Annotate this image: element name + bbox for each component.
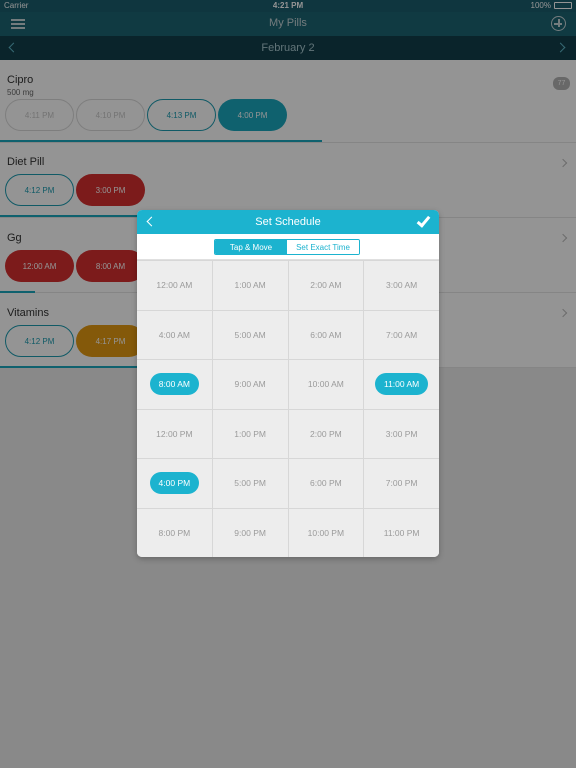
hour-cell[interactable]: 3:00 AM [364,261,439,310]
modal-title: Set Schedule [255,216,321,228]
set-schedule-modal: Set Schedule Tap & Move Set Exact Time 1… [137,210,439,557]
hour-cell[interactable]: 6:00 AM [288,310,364,359]
hour-cell[interactable]: 9:00 PM [212,508,288,557]
hour-cell[interactable]: 4:00 PM [137,459,212,508]
hour-cell[interactable]: 5:00 PM [212,459,288,508]
hour-label: 3:00 PM [385,428,418,439]
hour-cell[interactable]: 2:00 AM [288,261,364,310]
hour-label: 6:00 PM [310,478,342,489]
hour-label: 4:00 AM [158,329,190,340]
hour-label: 4:00 PM [149,472,200,495]
modal-header: Set Schedule [137,210,439,234]
hour-cell[interactable]: 8:00 PM [137,508,212,557]
hour-label: 10:00 AM [307,379,344,390]
hour-cell[interactable]: 11:00 PM [364,508,439,557]
hour-label: 2:00 AM [310,280,342,291]
hour-label: 6:00 AM [310,329,342,340]
hour-cell[interactable]: 1:00 PM [212,409,288,458]
hour-cell[interactable]: 7:00 PM [364,459,439,508]
hour-label: 12:00 PM [156,428,193,439]
hour-grid: 12:00 AM 1:00 AM 2:00 AM 3:00 AM 4:00 AM 5:00… [137,260,439,557]
hour-cell[interactable]: 1:00 AM [212,261,288,310]
hour-cell[interactable]: 10:00 PM [288,508,364,557]
hour-label: 3:00 AM [386,280,418,291]
hour-label: 7:00 AM [386,329,418,340]
hour-cell[interactable]: 3:00 PM [364,409,439,458]
hour-label: 8:00 PM [158,527,191,538]
exact-time-segment[interactable]: Set Exact Time [287,240,359,254]
hour-cell[interactable]: 11:00 AM [364,360,439,409]
hour-label: 8:00 AM [149,373,199,396]
tap-move-segment[interactable]: Tap & Move [215,240,287,254]
hour-cell[interactable]: 8:00 AM [137,360,212,409]
hour-label: 10:00 PM [307,527,345,538]
hour-cell[interactable]: 2:00 PM [288,409,364,458]
hour-label: 7:00 PM [385,478,418,489]
segment-bar: Tap & Move Set Exact Time [137,234,439,260]
hour-label: 9:00 PM [234,527,266,538]
hour-cell[interactable]: 4:00 AM [137,310,212,359]
hour-label: 11:00 AM [374,373,429,396]
hour-label: 2:00 PM [310,428,342,439]
hour-label: 11:00 PM [383,527,420,538]
hour-label: 12:00 AM [156,280,193,291]
hour-cell[interactable]: 6:00 PM [288,459,364,508]
hour-cell[interactable]: 12:00 PM [137,409,212,458]
hour-cell[interactable]: 5:00 AM [212,310,288,359]
hour-label: 1:00 AM [234,280,266,291]
hour-label: 9:00 AM [234,379,266,390]
mode-segmented-control: Tap & Move Set Exact Time [214,239,360,255]
hour-label: 5:00 PM [234,478,266,489]
hour-cell[interactable]: 9:00 AM [212,360,288,409]
hour-cell[interactable]: 7:00 AM [364,310,439,359]
hour-label: 5:00 AM [234,329,266,340]
hour-cell[interactable]: 10:00 AM [288,360,364,409]
hour-cell[interactable]: 12:00 AM [137,261,212,310]
hour-label: 1:00 PM [234,428,266,439]
